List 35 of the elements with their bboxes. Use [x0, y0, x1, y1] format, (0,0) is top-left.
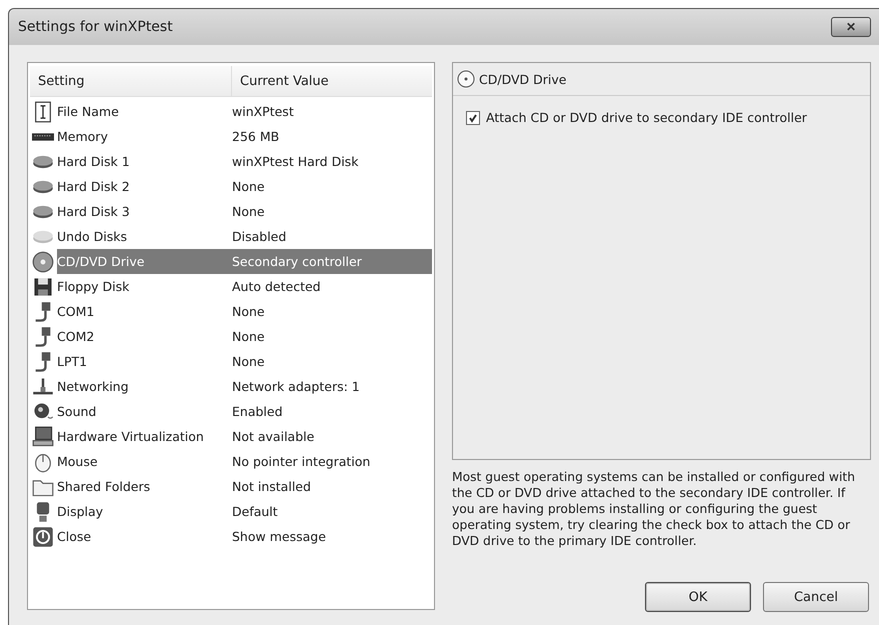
settings-row[interactable]: Display Default — [57, 499, 432, 524]
file-icon — [32, 100, 54, 122]
settings-row[interactable]: Networking Network adapters: 1 — [57, 374, 432, 399]
checkbox-label[interactable]: Attach CD or DVD drive to secondary IDE controller — [486, 110, 807, 126]
column-header[interactable]: Setting — [30, 66, 232, 96]
settings-row[interactable]: Mouse No pointer integration — [57, 449, 432, 474]
settings-row[interactable]: Shared Folders Not installed — [57, 474, 432, 499]
close-button[interactable]: ✕ — [831, 17, 871, 37]
network-icon — [32, 376, 54, 398]
settings-row[interactable]: Close Show message — [57, 524, 432, 549]
settings-row[interactable]: Hard Disk 2 None — [57, 174, 432, 199]
close-icon — [32, 526, 54, 548]
settings-row[interactable]: Hardware Virtualization Not available — [57, 424, 432, 449]
floppy-icon — [32, 276, 54, 298]
settings-row[interactable]: Floppy Disk Auto detected — [57, 274, 432, 299]
settings-row[interactable]: COM1 None — [57, 299, 432, 324]
checkbox[interactable] — [466, 111, 480, 125]
settings-row[interactable]: LPT1 None — [57, 349, 432, 374]
description-text: Most guest operating systems can be installed or configured with the CD or DVD drive attached to the secondary IDE controller. If you are having problems installing or configuring the guest operating system, try clearing the check box to attach the CD or DVD drive to the primary IDE controller. — [452, 469, 856, 549]
settings-row[interactable]: Undo Disks Disabled — [57, 224, 432, 249]
settings-row[interactable]: Hard Disk 1 winXPtest Hard Disk — [57, 149, 432, 174]
settings-row[interactable]: Hard Disk 3 None — [57, 199, 432, 224]
settings-row[interactable]: Sound Enabled — [57, 399, 432, 424]
panel-title: CD/DVD Drive — [479, 72, 566, 86]
disc-icon — [457, 70, 475, 88]
window-title: Settings for winXPtest — [18, 19, 173, 35]
settings-row[interactable]: Memory 256 MB — [57, 124, 432, 149]
hardware-icon — [32, 426, 54, 448]
cd-icon — [32, 250, 54, 272]
settings-row[interactable]: CD/DVD Drive Secondary controller — [57, 249, 432, 274]
settings-row[interactable]: COM2 None — [57, 324, 432, 349]
ok-button[interactable]: OK — [645, 582, 751, 612]
cancel-button[interactable]: Cancel — [763, 582, 869, 612]
settings-row[interactable]: File Name winXPtest — [57, 99, 432, 124]
column-header[interactable]: Current Value — [232, 66, 329, 96]
